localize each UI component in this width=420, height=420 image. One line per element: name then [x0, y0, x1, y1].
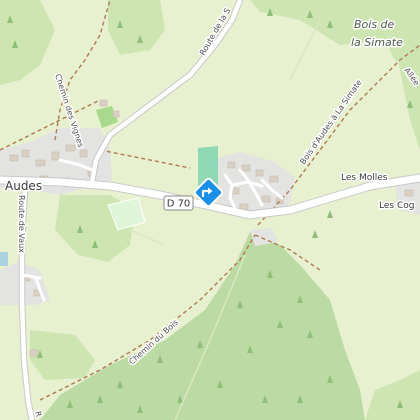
place-label-audes[interactable]: Audes: [4, 178, 44, 195]
water-small: [0, 252, 8, 266]
road-shield-d70-label: D 70: [167, 199, 191, 210]
place-label-bois-de-line1[interactable]: Bois de: [353, 17, 397, 33]
place-label-les-molles[interactable]: Les Molles: [340, 172, 390, 185]
place-label-les-cog[interactable]: Les Cog: [378, 200, 416, 213]
map-view[interactable]: D 70 Audes Les Molles Les Cog Bois de la…: [0, 0, 420, 420]
map-canvas[interactable]: D 70 Audes Les Molles Les Cog Bois de la…: [0, 0, 420, 420]
road-label-route-de-vaux: Route de Vaux: [17, 195, 26, 253]
road-shield-d70[interactable]: D 70: [163, 195, 194, 211]
place-label-bois-de-line2[interactable]: la Simate: [350, 35, 405, 51]
